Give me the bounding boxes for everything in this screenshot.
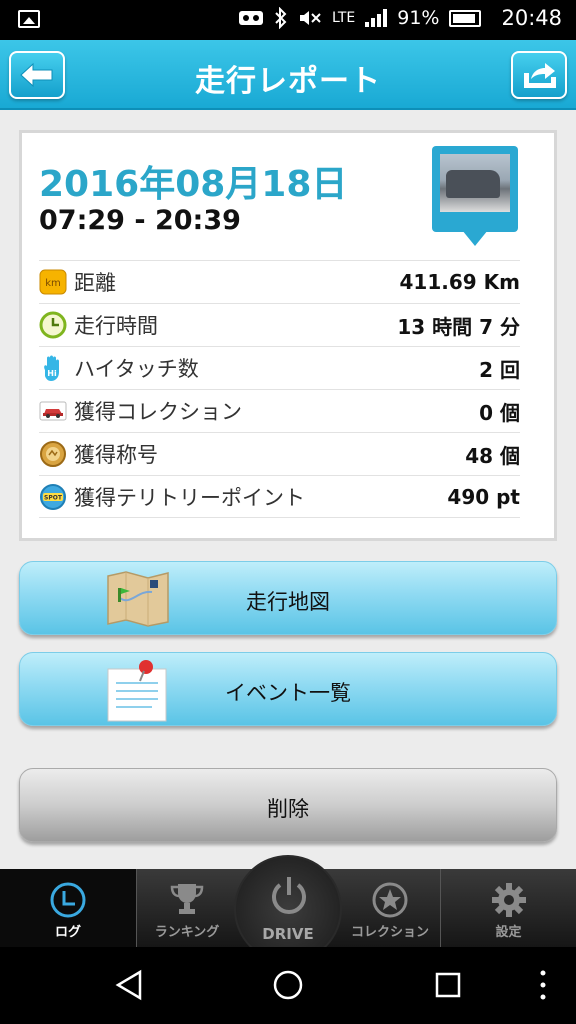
image-icon (18, 10, 40, 28)
clock-icon (39, 311, 67, 339)
system-nav-bar (0, 947, 576, 1024)
drive-label: DRIVE (262, 925, 314, 943)
title-medal-icon (39, 440, 67, 468)
bluetooth-icon (275, 7, 287, 29)
signal-icon (365, 9, 388, 27)
stat-value: 490 pt (447, 484, 520, 509)
drive-map-label: 走行地図 (246, 590, 330, 614)
stat-row-distance: km 距離 411.69 Km (39, 260, 520, 303)
star-icon (372, 882, 408, 918)
tab-settings[interactable]: 設定 (441, 869, 576, 947)
svg-text:Hi: Hi (47, 369, 57, 378)
stat-row-drive-time: 走行時間 13 時間 7 分 (39, 303, 520, 346)
delete-label: 削除 (267, 797, 309, 821)
stat-row-hi-touch: Hi ハイタッチ数 2 回 (39, 346, 520, 389)
nav-home-icon[interactable] (272, 969, 304, 1001)
power-icon (272, 877, 306, 914)
event-list-button[interactable]: イベント一覧 (19, 652, 557, 726)
battery-icon (449, 9, 482, 27)
gear-icon (491, 883, 526, 917)
log-clock-icon (50, 882, 86, 918)
tab-log[interactable]: ログ (0, 869, 136, 947)
tab-ranking[interactable]: ランキング (137, 869, 237, 947)
car-photo[interactable] (432, 146, 518, 256)
tab-label: コレクション (350, 925, 429, 940)
stat-row-titles: 獲得称号 48 個 (39, 432, 520, 475)
svg-text:km: km (45, 278, 61, 289)
hi-touch-icon: Hi (39, 354, 67, 382)
stat-label: 獲得コレクション (74, 400, 242, 424)
share-icon (524, 63, 556, 88)
stat-row-collection: 獲得コレクション 0 個 (39, 389, 520, 432)
report-date: 2016年08月18日 (39, 164, 348, 205)
share-button[interactable] (511, 51, 567, 99)
stat-value: 48 個 (465, 443, 520, 468)
status-bar: LTE 91% 20:48 (0, 0, 576, 40)
nav-menu-icon[interactable] (536, 969, 550, 1001)
stat-label: 距離 (74, 271, 116, 295)
nav-back-icon[interactable] (114, 969, 144, 1001)
stat-row-territory: SPOT 獲得テリトリーポイント 490 pt (39, 475, 520, 518)
stat-value: 2 回 (479, 357, 520, 382)
delete-button[interactable]: 削除 (19, 768, 557, 842)
mute-icon (299, 11, 321, 25)
clock: 20:48 (501, 6, 562, 30)
nav-recents-icon[interactable] (434, 969, 462, 1001)
stat-label: 獲得称号 (74, 443, 158, 467)
stats-list: km 距離 411.69 Km 走行時間 13 時間 7 分 Hi ハイタッチ数… (39, 260, 520, 518)
tab-collection[interactable]: コレクション (340, 869, 440, 947)
report-card: 2016年08月18日 07:29 - 20:39 km 距離 411.69 K… (19, 130, 557, 541)
tab-label: ランキング (154, 925, 220, 940)
vr-icon (238, 11, 263, 25)
stat-label: ハイタッチ数 (74, 357, 199, 381)
battery-percent: 91% (397, 7, 440, 29)
drive-map-button[interactable]: 走行地図 (19, 561, 557, 635)
stat-label: 獲得テリトリーポイント (74, 485, 305, 510)
app-header: 走行レポート (0, 40, 576, 110)
page-title: 走行レポート (195, 64, 381, 99)
tab-label: 設定 (495, 925, 522, 940)
trophy-icon (170, 884, 204, 914)
stat-label: 走行時間 (74, 314, 158, 338)
car-collection-icon (39, 397, 67, 425)
stat-value: 13 時間 7 分 (397, 314, 520, 339)
km-icon: km (39, 268, 67, 296)
svg-text:SPOT: SPOT (44, 494, 63, 501)
report-time-range: 07:29 - 20:39 (39, 205, 241, 236)
spot-icon: SPOT (39, 483, 67, 511)
tab-label: ログ (54, 925, 81, 940)
event-list-label: イベント一覧 (225, 681, 351, 705)
stat-value: 0 個 (479, 400, 520, 425)
lte-label: LTE (331, 10, 356, 26)
stat-value: 411.69 Km (399, 270, 520, 294)
